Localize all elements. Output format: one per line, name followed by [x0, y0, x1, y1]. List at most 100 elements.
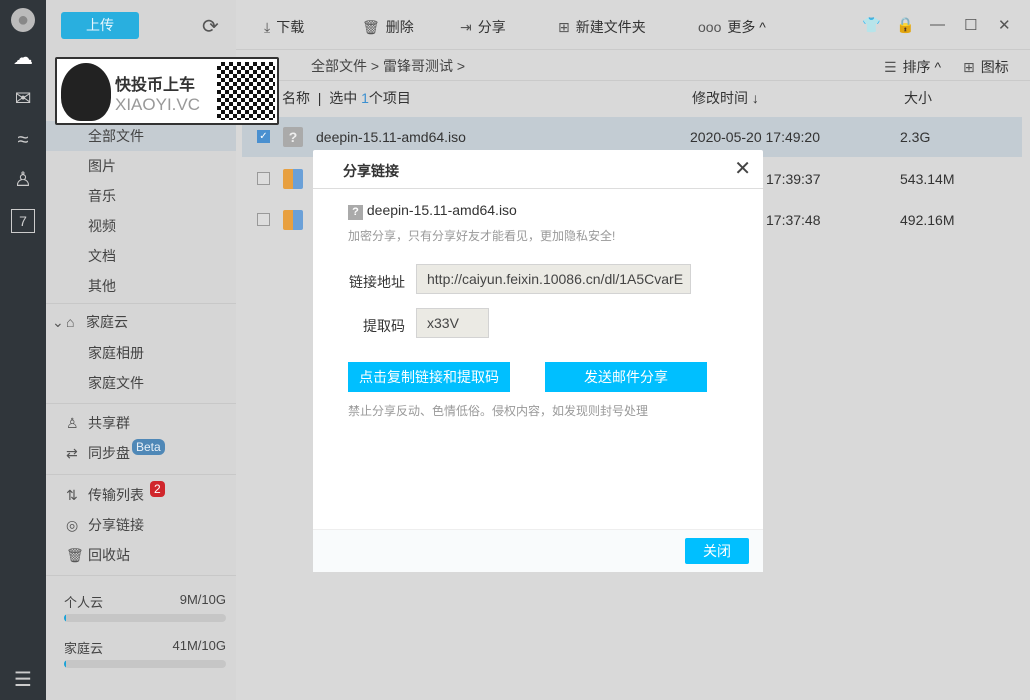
- label: 同步盘: [88, 445, 130, 461]
- sidebar-item-all-files[interactable]: 全部文件: [46, 121, 236, 151]
- download-button[interactable]: ⤓ 下载: [264, 17, 304, 37]
- checkbox[interactable]: [257, 172, 270, 185]
- link-icon: ◎: [66, 517, 79, 533]
- dialog-footer: 关闭: [313, 529, 763, 572]
- view-button[interactable]: ⊞ 图标: [963, 57, 1009, 77]
- label: 全部文件: [88, 128, 144, 144]
- contacts-icon[interactable]: ♙: [11, 168, 35, 192]
- column-size[interactable]: 大小: [904, 88, 932, 108]
- share-link-dialog: 分享链接 ✕ ? deepin-15.11-amd64.iso 加密分享，只有分…: [313, 150, 763, 572]
- sidebar-item-family-files[interactable]: 家庭文件: [46, 368, 236, 398]
- file-size: 543.14M: [900, 171, 955, 187]
- trash-icon: 🗑: [362, 19, 380, 35]
- sidebar-item-transfer[interactable]: ⇅ 传输列表: [46, 480, 236, 510]
- menu-icon[interactable]: ☰: [11, 668, 35, 692]
- email-share-button[interactable]: 发送邮件分享: [545, 362, 707, 392]
- app-rail: ● ☁ ✉ ≈ ♙ 7 ☰: [0, 0, 46, 700]
- divider: [46, 303, 236, 304]
- lock-icon[interactable]: 🔒: [896, 16, 915, 34]
- count: 1: [361, 90, 369, 106]
- label: 个人云: [64, 595, 104, 610]
- column-time[interactable]: 修改时间 ↓: [692, 88, 759, 108]
- sidebar-item-recycle[interactable]: 🗑 回收站: [46, 540, 236, 570]
- label: 新建文件夹: [575, 19, 646, 35]
- code-field[interactable]: x33V: [416, 308, 489, 338]
- sort-icon: ☰: [884, 59, 897, 75]
- more-button[interactable]: ooo 更多 ^: [698, 17, 766, 37]
- label: 下载: [276, 19, 305, 35]
- calendar-icon[interactable]: 7: [11, 209, 35, 233]
- file-time: 17:39:37: [766, 171, 821, 187]
- cloud-icon[interactable]: ☁: [11, 46, 35, 70]
- sidebar-item-other[interactable]: 其他: [46, 271, 236, 301]
- sort-button[interactable]: ☰ 排序 ^: [884, 57, 941, 77]
- sidebar-item-video[interactable]: 视频: [46, 211, 236, 241]
- close-button[interactable]: ✕: [998, 16, 1011, 34]
- column-name[interactable]: 名称 | 选中 1个项目: [282, 88, 411, 108]
- transfer-icon: ⇅: [66, 487, 78, 503]
- bar-fill: [64, 614, 66, 622]
- unknown-file-icon: ?: [348, 205, 363, 220]
- link-field[interactable]: http://caiyun.feixin.10086.cn/dl/1A5Cvar…: [416, 264, 691, 294]
- refresh-icon[interactable]: ⟳: [202, 14, 219, 39]
- minimize-button[interactable]: —: [930, 16, 945, 33]
- divider: [313, 188, 763, 189]
- file-name: deepin-15.11-amd64.iso: [366, 202, 517, 218]
- mail-icon[interactable]: ✉: [11, 87, 35, 111]
- label: 更多: [727, 19, 756, 35]
- sidebar-item-images[interactable]: 图片: [46, 151, 236, 181]
- grid-icon: ⊞: [963, 59, 975, 75]
- maximize-button[interactable]: ☐: [964, 16, 977, 34]
- chevron-down-icon: ⌄: [52, 314, 64, 330]
- plus-icon: ⊞: [558, 19, 570, 35]
- sidebar-item-family[interactable]: ⌄ ⌂ 家庭云: [46, 307, 236, 337]
- personal-quota: 个人云 9M/10G: [64, 592, 226, 611]
- sidebar-item-share-links[interactable]: ◎ 分享链接: [46, 510, 236, 540]
- divider: [236, 80, 1030, 81]
- divider: [46, 575, 236, 576]
- share-button[interactable]: ⇥ 分享: [460, 17, 506, 37]
- label: 视频: [88, 218, 116, 234]
- label: 家庭云: [64, 641, 104, 656]
- upload-button[interactable]: 上传: [61, 12, 139, 39]
- label: 分享: [477, 19, 506, 35]
- sidebar-item-music[interactable]: 音乐: [46, 181, 236, 211]
- value: 41M/10G: [172, 638, 226, 653]
- delete-button[interactable]: 🗑 删除: [362, 17, 414, 37]
- label: 家庭云: [86, 314, 128, 330]
- label: 文档: [88, 248, 116, 264]
- divider: [236, 49, 1030, 50]
- close-dialog-button[interactable]: 关闭: [685, 538, 749, 564]
- divider: [46, 403, 236, 404]
- watermark-logo: 快投币上车 XIAOYI.VC: [55, 57, 279, 125]
- label: 共享群: [88, 415, 130, 431]
- avatar-icon[interactable]: ●: [11, 8, 35, 32]
- qr-code-image: [217, 62, 275, 120]
- sidebar-item-docs[interactable]: 文档: [46, 241, 236, 271]
- copy-link-button[interactable]: 点击复制链接和提取码: [348, 362, 510, 392]
- checkbox[interactable]: [257, 213, 270, 226]
- label: 其他: [88, 278, 116, 294]
- label: 音乐: [88, 188, 116, 204]
- new-folder-button[interactable]: ⊞ 新建文件夹: [558, 17, 646, 37]
- download-icon: ⤓: [264, 19, 271, 35]
- notice: 禁止分享反动、色情低俗。侵权内容，如发现则封号处理: [348, 404, 649, 418]
- home-icon: ⌂: [66, 314, 75, 330]
- group-icon: ♙: [66, 415, 79, 431]
- link-label: 链接地址: [349, 274, 405, 290]
- dialog-close-icon[interactable]: ✕: [734, 156, 751, 181]
- label: 回收站: [88, 547, 130, 563]
- dialog-title: 分享链接: [343, 163, 399, 179]
- sidebar-item-share-group[interactable]: ♙ 共享群: [46, 408, 236, 438]
- checkbox[interactable]: ✓: [257, 130, 270, 143]
- trash-icon: 🗑: [66, 547, 84, 563]
- fish-icon[interactable]: ≈: [11, 128, 35, 152]
- family-quota-bar: [64, 660, 226, 668]
- label: 分享链接: [88, 517, 144, 533]
- skin-icon[interactable]: 👕: [862, 16, 881, 34]
- hint: 加密分享，只有分享好友才能看见，更加隐私安全!: [348, 229, 616, 243]
- breadcrumb[interactable]: 全部文件 > 雷锋哥测试 >: [311, 56, 465, 76]
- value: 9M/10G: [179, 592, 226, 607]
- dots-icon: ooo: [698, 19, 722, 35]
- sidebar-item-family-album[interactable]: 家庭相册: [46, 338, 236, 368]
